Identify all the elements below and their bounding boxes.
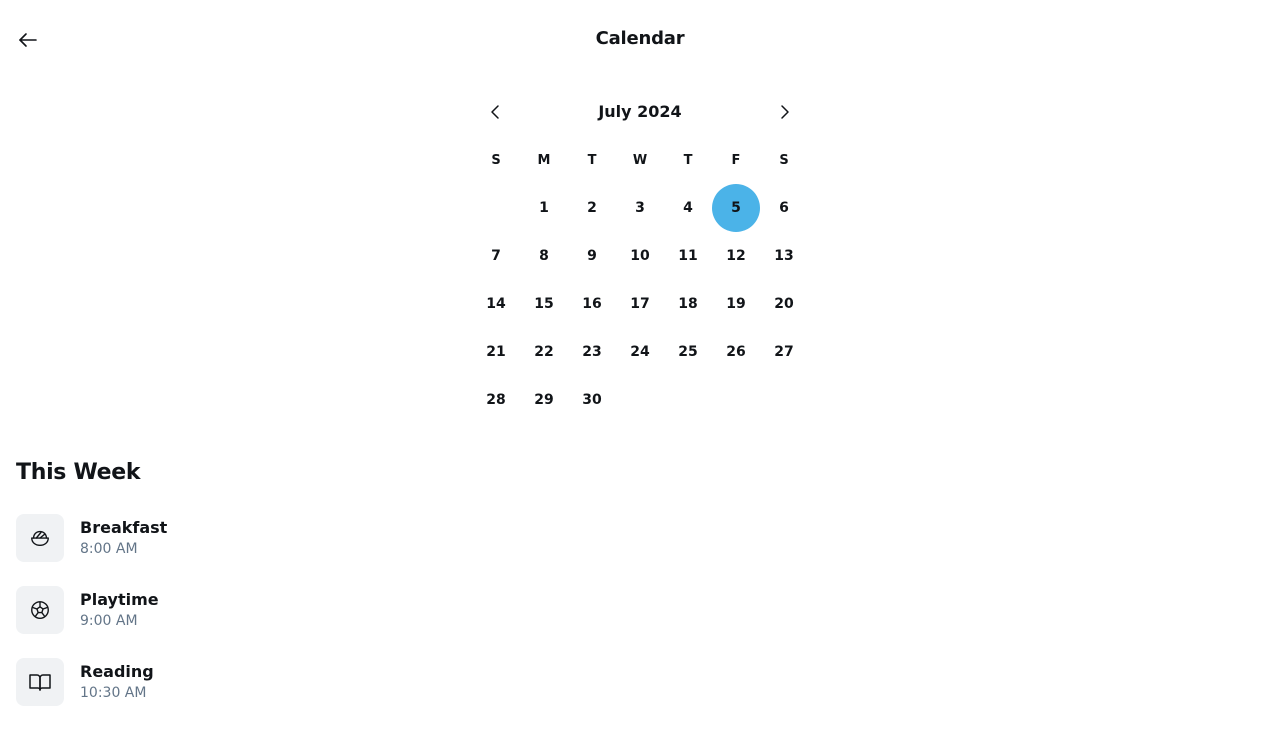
event-name: Reading xyxy=(80,662,154,681)
day-cell[interactable]: 29 xyxy=(520,376,568,424)
day-cell[interactable]: 12 xyxy=(712,232,760,280)
empty-day-cell xyxy=(472,184,520,232)
next-month-button[interactable] xyxy=(768,96,800,128)
event-time: 10:30 AM xyxy=(80,685,147,701)
event-time: 9:00 AM xyxy=(80,613,138,629)
calendar: July 2024 S M T W T F S 1 2 3 4 5 6 7 8 9 10 11 12 13 14 15 16… xyxy=(472,88,808,424)
day-cell[interactable]: 24 xyxy=(616,328,664,376)
event-item-reading[interactable]: Reading 10:30 AM xyxy=(16,658,616,706)
day-cell[interactable]: 19 xyxy=(712,280,760,328)
day-cell[interactable]: 1 xyxy=(520,184,568,232)
weekday-label: T xyxy=(587,152,597,168)
event-name: Playtime xyxy=(80,590,159,609)
day-cell[interactable]: 8 xyxy=(520,232,568,280)
weekday-label: W xyxy=(632,152,648,168)
day-cell[interactable]: 2 xyxy=(568,184,616,232)
day-cell[interactable]: 3 xyxy=(616,184,664,232)
day-cell[interactable]: 14 xyxy=(472,280,520,328)
day-cell[interactable]: 13 xyxy=(760,232,808,280)
weekday-label: T xyxy=(683,152,693,168)
weekday-label: S xyxy=(779,152,789,168)
event-icon-box xyxy=(16,514,64,562)
event-item-playtime[interactable]: Playtime 9:00 AM xyxy=(16,586,616,634)
weekday-label: S xyxy=(491,152,501,168)
day-cell[interactable]: 4 xyxy=(664,184,712,232)
day-cell[interactable]: 27 xyxy=(760,328,808,376)
day-cell[interactable]: 20 xyxy=(760,280,808,328)
day-cell-selected[interactable]: 5 xyxy=(712,184,760,232)
header: Calendar xyxy=(0,0,1280,80)
weekday-label: F xyxy=(731,152,741,168)
event-list: Breakfast 8:00 AM Playtime 9:00 AM Readi… xyxy=(16,514,616,730)
day-cell[interactable]: 7 xyxy=(472,232,520,280)
event-item-breakfast[interactable]: Breakfast 8:00 AM xyxy=(16,514,616,562)
ball-icon xyxy=(31,601,49,619)
day-cell[interactable]: 25 xyxy=(664,328,712,376)
calendar-nav: July 2024 xyxy=(472,88,808,136)
book-icon xyxy=(29,674,51,691)
event-time: 8:00 AM xyxy=(80,541,138,557)
day-cell[interactable]: 6 xyxy=(760,184,808,232)
event-name: Breakfast xyxy=(80,518,168,537)
event-icon-box xyxy=(16,658,64,706)
event-icon-box xyxy=(16,586,64,634)
calendar-grid: S M T W T F S 1 2 3 4 5 6 7 8 9 10 11 12 13 14 15 16 17 18 19 20 21… xyxy=(472,136,808,424)
day-cell[interactable]: 23 xyxy=(568,328,616,376)
day-cell[interactable]: 10 xyxy=(616,232,664,280)
day-cell[interactable]: 15 xyxy=(520,280,568,328)
bowl-icon xyxy=(31,530,49,547)
day-cell[interactable]: 9 xyxy=(568,232,616,280)
day-cell[interactable]: 30 xyxy=(568,376,616,424)
day-cell[interactable]: 11 xyxy=(664,232,712,280)
day-cell[interactable]: 16 xyxy=(568,280,616,328)
day-cell[interactable]: 18 xyxy=(664,280,712,328)
section-title: This Week xyxy=(16,460,141,485)
chevron-right-icon xyxy=(781,105,789,119)
day-cell[interactable]: 28 xyxy=(472,376,520,424)
day-cell[interactable]: 22 xyxy=(520,328,568,376)
day-cell[interactable]: 17 xyxy=(616,280,664,328)
day-cell[interactable]: 26 xyxy=(712,328,760,376)
weekday-label: M xyxy=(537,152,551,168)
page-title: Calendar xyxy=(595,28,685,49)
day-cell[interactable]: 21 xyxy=(472,328,520,376)
month-label: July 2024 xyxy=(598,102,682,121)
